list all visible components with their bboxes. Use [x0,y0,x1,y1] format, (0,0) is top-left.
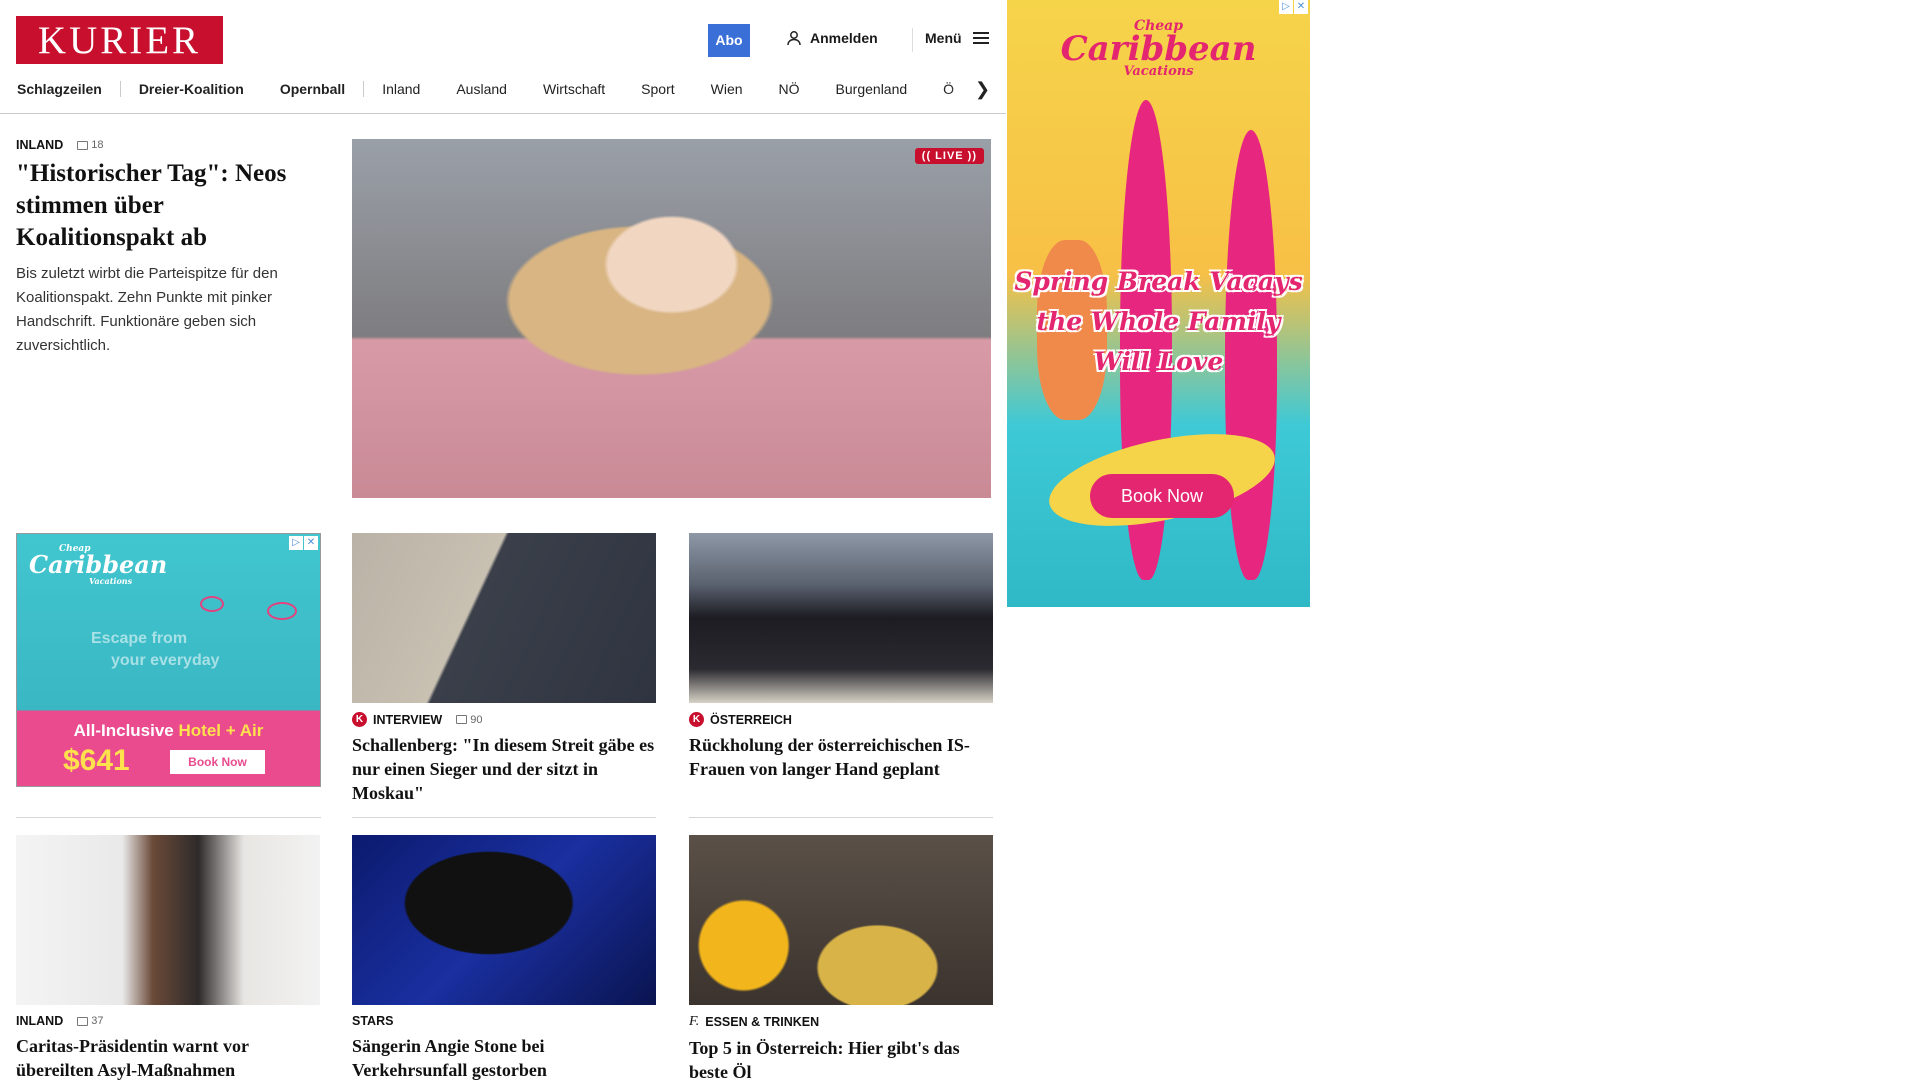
ad-big-brand: Cheap Caribbean Vacations [1007,18,1310,79]
comment-icon [456,715,468,724]
card-section: INLAND [16,1014,64,1028]
card-section: ESSEN & TRINKEN [705,1015,820,1029]
cloud-icon [267,602,297,620]
ad-small-brand-2: Caribbean [29,550,168,579]
ad-small-offer: All-Inclusive Hotel + Air [17,721,320,741]
article-card[interactable]: STARS Sängerin Angie Stone bei Verkehrsu… [352,835,656,1080]
divider [16,817,321,818]
card-headline[interactable]: Sängerin Angie Stone bei Verkehrsunfall … [352,1034,656,1080]
card-section: ÖSTERREICH [710,712,792,727]
nav-item-noe[interactable]: NÖ [779,81,800,97]
ad-big-slogan: Spring Break Vacays the Whole Family Wil… [1007,262,1310,382]
adchoices-icon[interactable]: ▷ [289,536,303,550]
ad-big-brand-2: Caribbean [1060,29,1257,69]
kurier-plus-icon: K [352,712,367,727]
caribbean-ad-skyscraper[interactable]: ▷ ✕ Cheap Caribbean Vacations Spring Bre… [1007,0,1310,607]
article-image[interactable] [352,533,656,703]
ad-big-slogan-3: Will Love [1093,347,1224,376]
article-card[interactable]: K INTERVIEW 90 Schallenberg: "In diesem … [352,533,656,805]
article-image[interactable] [352,835,656,1005]
ad-small-escape: Escape from your everyday [91,628,220,672]
comment-icon [77,1016,89,1026]
card-kicker: K ÖSTERREICH [689,712,993,727]
card-headline[interactable]: Schallenberg: "In diesem Streit gäbe es … [352,733,656,805]
article-card[interactable]: f. ESSEN & TRINKEN Top 5 in Österreich: … [689,835,993,1080]
ad-small-offer-highlight: Hotel + Air [178,721,264,740]
login-button[interactable]: Anmelden [786,30,878,46]
nav-item-burgenland[interactable]: Burgenland [836,81,908,97]
nav-item-wien[interactable]: Wien [711,81,743,97]
nav-item-opernball[interactable]: Opernball [280,81,365,97]
section-nav: Schlagzeilen Dreier-Koalition Opernball … [0,76,1006,114]
ad-big-brand-3: Vacations [1123,64,1194,79]
nav-item-dreier-koalition[interactable]: Dreier-Koalition [139,81,244,97]
lead-kicker: INLAND 18 [16,138,306,152]
card-headline[interactable]: Top 5 in Österreich: Hier gibt's das bes… [689,1036,993,1080]
card-kicker: STARS [352,1014,656,1028]
article-image[interactable] [16,835,320,1005]
nav-item-inland[interactable]: Inland [382,81,420,97]
nav-item-wirtschaft[interactable]: Wirtschaft [543,81,605,97]
article-card[interactable]: INLAND 37 Caritas-Präsidentin warnt vor … [16,835,320,1080]
ad-choices[interactable]: ▷ ✕ [1279,0,1308,14]
ad-small-escape-2: your everyday [111,652,220,669]
ad-small-book-now-button[interactable]: Book Now [170,750,265,774]
ad-small-escape-1: Escape from [91,630,188,647]
menu-button[interactable]: Menü [925,30,989,46]
card-comments: 90 [470,713,483,726]
abo-button[interactable]: Abo [708,24,750,57]
lead-teaser: Bis zuletzt wirbt die Parteispitze für d… [16,265,278,354]
menu-label: Menü [925,30,962,46]
login-label: Anmelden [810,30,878,46]
nav-item-schlagzeilen[interactable]: Schlagzeilen [17,81,121,97]
genuss-icon: f. [689,1014,700,1029]
card-comment-count[interactable]: 90 [456,714,482,726]
card-section: INTERVIEW [373,712,443,727]
adchoices-icon[interactable]: ▷ [1279,0,1293,14]
ad-small-price: $641 [63,744,130,777]
kurier-logo[interactable]: KURIER [16,16,223,64]
ad-big-slogan-1: Spring Break Vacays [1014,267,1303,296]
close-icon[interactable]: ✕ [1294,0,1308,14]
card-kicker: INLAND 37 [16,1014,320,1028]
ad-big-slogan-2: the Whole Family [1036,307,1281,336]
article-card[interactable]: K ÖSTERREICH Rückholung der österreichis… [689,533,993,781]
card-comments: 37 [91,1015,104,1027]
user-icon [787,31,801,46]
card-kicker: f. ESSEN & TRINKEN [689,1014,993,1030]
divider [689,817,993,818]
ad-small-brand: Cheap Caribbean Vacations [29,544,167,586]
lead-comment-count[interactable]: 18 [77,139,103,151]
header-divider [912,28,913,52]
card-comment-count[interactable]: 37 [77,1015,103,1027]
close-icon[interactable]: ✕ [304,536,318,550]
chevron-right-icon[interactable]: ❯ [975,79,990,100]
kurier-plus-icon: K [689,712,704,727]
ad-choices[interactable]: ▷ ✕ [289,536,318,550]
lead-article[interactable]: INLAND 18 "Historischer Tag": Neos stimm… [16,138,306,358]
card-section: STARS [352,1014,394,1028]
card-headline[interactable]: Rückholung der österreichischen IS-Fraue… [689,733,993,781]
ad-small-offer-prefix: All-Inclusive [73,721,174,740]
divider [352,817,656,818]
hamburger-icon [972,32,989,44]
card-headline[interactable]: Caritas-Präsidentin warnt vor übereilten… [16,1034,320,1080]
article-image[interactable] [689,835,993,1005]
nav-item-sport[interactable]: Sport [641,81,674,97]
comment-icon [77,140,89,150]
article-image[interactable] [689,533,993,703]
caribbean-ad-small[interactable]: ▷ ✕ Cheap Caribbean Vacations Escape fro… [16,533,321,787]
lead-section: INLAND [16,138,64,152]
live-badge: (( LIVE )) [914,148,984,164]
nav-item-ausland[interactable]: Ausland [456,81,507,97]
ad-big-book-now-button[interactable]: Book Now [1090,474,1234,518]
news-site: KURIER Abo Anmelden Menü Schlagzeilen Dr… [0,0,1006,1080]
lead-headline[interactable]: "Historischer Tag": Neos stimmen über Ko… [16,158,306,254]
card-kicker: K INTERVIEW 90 [352,712,656,727]
lead-comments: 18 [91,139,104,151]
lead-image[interactable]: (( LIVE )) [352,139,991,498]
cloud-icon [200,596,224,612]
